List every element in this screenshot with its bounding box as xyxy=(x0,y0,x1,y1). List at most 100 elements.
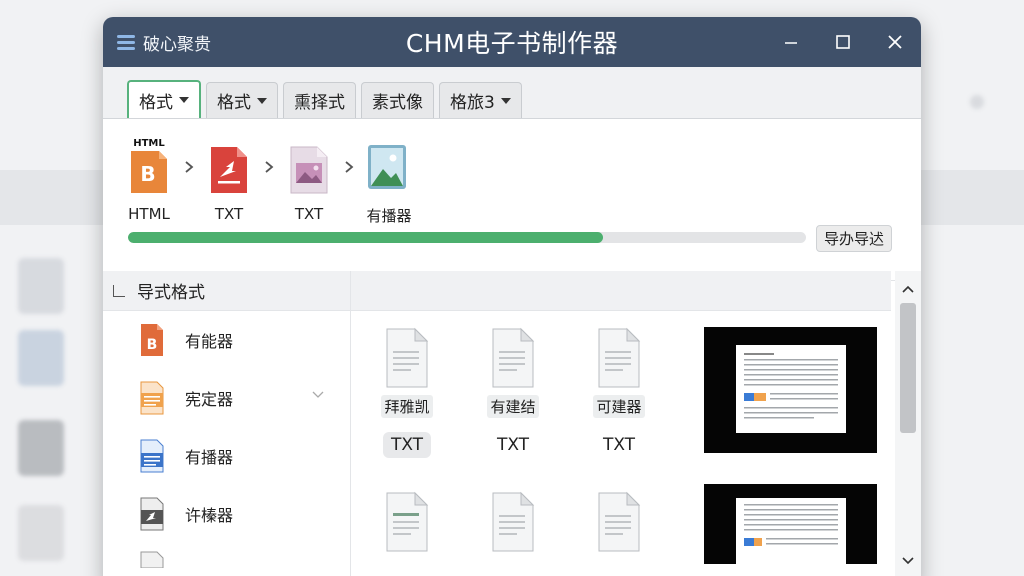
chevron-up-icon xyxy=(902,285,914,293)
svg-text:B: B xyxy=(140,162,155,186)
chevron-right-icon xyxy=(255,137,283,197)
pipeline-step-label: 有播器 xyxy=(366,207,412,225)
dark-doc-icon xyxy=(137,497,167,531)
file-extension[interactable]: TXT xyxy=(489,432,537,458)
document-preview-thumbnail[interactable] xyxy=(704,327,877,453)
tab-format-1[interactable]: 格式 xyxy=(127,80,201,118)
b-file-icon: B xyxy=(137,323,167,357)
file-extension-selected[interactable]: TXT xyxy=(382,432,432,458)
tab-label: 熏择式 xyxy=(294,93,345,113)
tab-label: 格式 xyxy=(217,93,251,113)
tab-format-3[interactable]: 格旅3 xyxy=(439,82,522,118)
sidebar-item-1[interactable]: B 有能器 xyxy=(103,311,350,369)
sidebar-item-label: 有能器 xyxy=(185,332,234,351)
orange-doc-icon xyxy=(137,381,167,415)
image-file-icon xyxy=(286,137,332,197)
minimize-button[interactable] xyxy=(765,17,817,67)
pipeline-step-label: HTML xyxy=(128,205,170,223)
vertical-scrollbar[interactable] xyxy=(895,271,921,576)
menu-icon xyxy=(117,34,135,50)
window-controls xyxy=(765,17,921,67)
app-window: 破心聚贵 CHM电子书制作器 格式 格式 熏择式 素式像 格旅3 HTML B … xyxy=(103,17,921,576)
document-icon xyxy=(596,491,642,553)
document-icon xyxy=(490,491,536,553)
maximize-button[interactable] xyxy=(817,17,869,67)
file-name: 拜雅凯 xyxy=(381,395,433,418)
svg-text:HTML: HTML xyxy=(133,138,165,149)
file-item-5[interactable] xyxy=(481,491,545,553)
maximize-icon xyxy=(836,35,850,49)
document-icon xyxy=(596,327,642,389)
chevron-down-icon[interactable] xyxy=(312,391,324,399)
lower-panel: 导式格式 B 有能器 宪定器 有播器 许榛器 拜雅凯 TXT 有建结 TXT 可… xyxy=(103,271,921,576)
app-menu-button[interactable]: 破心聚贵 xyxy=(103,17,211,67)
conversion-progress-bar xyxy=(128,232,806,243)
tab-format-2[interactable]: 格式 xyxy=(206,82,278,118)
document-icon xyxy=(490,327,536,389)
sidebar-item-partial[interactable] xyxy=(103,543,350,573)
caret-down-icon xyxy=(500,97,511,104)
pipeline-step-html[interactable]: HTML B HTML xyxy=(123,137,175,223)
file-item-4[interactable] xyxy=(375,491,439,553)
document-icon xyxy=(384,491,430,553)
scroll-down-button[interactable] xyxy=(895,549,921,573)
document-icon xyxy=(384,327,430,389)
file-grid-panel: 拜雅凯 TXT 有建结 TXT 可建器 TXT xyxy=(351,271,921,576)
file-name: 有建结 xyxy=(487,395,539,418)
sidebar-item-label: 许榛器 xyxy=(185,506,234,525)
pipeline-step-txt-2[interactable]: TXT xyxy=(283,137,335,223)
doc-icon xyxy=(137,548,167,569)
sidebar-item-2[interactable]: 宪定器 xyxy=(103,369,350,427)
progress-fill xyxy=(128,232,603,243)
minimize-icon xyxy=(785,42,797,44)
tab-select[interactable]: 熏择式 xyxy=(283,82,356,118)
pipeline-step-txt-1[interactable]: TXT xyxy=(203,137,255,223)
txt-file-icon xyxy=(206,137,252,197)
export-button[interactable]: 导办导迖 xyxy=(816,225,893,252)
background-file-icon xyxy=(18,420,64,476)
file-item-3[interactable]: 可建器 TXT xyxy=(587,327,651,458)
document-preview-thumbnail[interactable] xyxy=(704,484,877,564)
tab-strip: 格式 格式 熏择式 素式像 格旅3 xyxy=(103,67,921,119)
html-file-icon: HTML B xyxy=(126,137,172,197)
tab-label: 格式 xyxy=(139,92,173,113)
background-file-icon xyxy=(18,330,64,386)
app-menu-label: 破心聚贵 xyxy=(143,34,211,55)
file-item-1[interactable]: 拜雅凯 TXT xyxy=(375,327,439,458)
file-extension[interactable]: TXT xyxy=(595,432,643,458)
landscape-image-icon xyxy=(366,137,412,197)
sidebar-header: 导式格式 xyxy=(103,271,350,311)
sidebar-item-4[interactable]: 许榛器 xyxy=(103,485,350,543)
pipeline-step-label: TXT xyxy=(294,205,324,223)
file-item-2[interactable]: 有建结 TXT xyxy=(481,327,545,458)
file-name: 可建器 xyxy=(593,395,645,418)
sidebar-item-label: 有播器 xyxy=(185,448,234,467)
sidebar-item-3[interactable]: 有播器 xyxy=(103,427,350,485)
close-button[interactable] xyxy=(869,17,921,67)
scroll-up-button[interactable] xyxy=(895,277,921,301)
tab-image[interactable]: 素式像 xyxy=(361,82,434,118)
svg-text:B: B xyxy=(147,337,158,353)
content-header xyxy=(351,271,891,311)
caret-down-icon xyxy=(257,97,267,104)
pipeline-step-player[interactable]: 有播器 xyxy=(363,137,415,226)
file-item-6[interactable] xyxy=(587,491,651,553)
document-page-preview xyxy=(736,498,846,564)
blue-doc-icon xyxy=(137,439,167,473)
sidebar-item-label: 宪定器 xyxy=(185,390,234,409)
caret-down-icon xyxy=(179,97,189,103)
tab-label: 格旅3 xyxy=(450,93,495,113)
format-sidebar: 导式格式 B 有能器 宪定器 有播器 许榛器 xyxy=(103,271,351,576)
background-file-icon xyxy=(18,505,64,561)
sidebar-header-label: 导式格式 xyxy=(137,283,205,303)
background-mark xyxy=(970,95,984,109)
chevron-right-icon xyxy=(335,137,363,197)
corner-icon xyxy=(113,284,125,297)
conversion-pipeline: HTML B HTML TXT TXT 有播器 xyxy=(103,119,921,281)
pipeline-step-label: TXT xyxy=(214,205,244,223)
close-icon xyxy=(888,35,902,49)
chevron-down-icon xyxy=(902,557,914,565)
background-file-icon xyxy=(18,258,64,314)
title-bar: 破心聚贵 CHM电子书制作器 xyxy=(103,17,921,67)
scrollbar-thumb[interactable] xyxy=(900,303,916,433)
